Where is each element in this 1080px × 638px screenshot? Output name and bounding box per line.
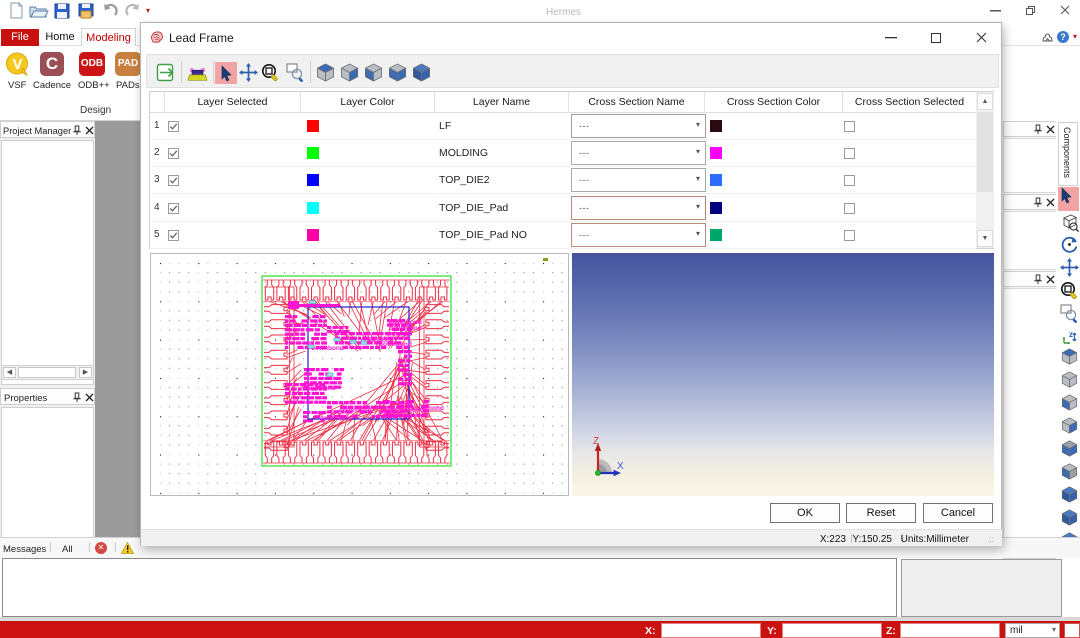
svg-text:downbond: downbond bbox=[379, 341, 412, 348]
svg-text:downbond: downbond bbox=[311, 345, 344, 352]
svg-text:V: V bbox=[12, 56, 22, 73]
svg-text:downbond: downbond bbox=[339, 407, 372, 414]
svg-text:downbond: downbond bbox=[303, 385, 336, 392]
svg-text:downbond: downbond bbox=[411, 405, 444, 412]
svg-text:Z: Z bbox=[593, 436, 599, 447]
svg-text:z: z bbox=[1069, 330, 1073, 339]
svg-text:downbond: downbond bbox=[319, 415, 352, 422]
svg-text:X: X bbox=[617, 461, 624, 472]
svg-text:downbond: downbond bbox=[389, 325, 422, 332]
